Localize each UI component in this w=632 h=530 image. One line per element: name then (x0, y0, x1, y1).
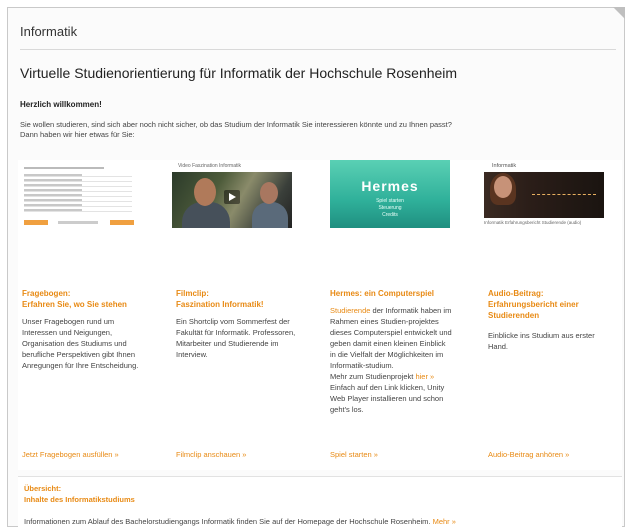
audio-description: Einblicke ins Studium aus erster Hand. (488, 331, 595, 351)
project-link[interactable]: hier » (415, 372, 434, 381)
hermes-start-link[interactable]: Spiel starten » (330, 450, 378, 459)
page-title: Virtuelle Studienorientierung für Inform… (20, 65, 458, 81)
questionnaire-title-line: Fragebogen: (22, 289, 71, 298)
questionnaire-field (58, 221, 98, 224)
person-face (260, 182, 278, 204)
filmclip-thumb-caption: Video Faszination Informatik (178, 163, 241, 169)
hermes-description: Studierende der Informatik haben im Rahm… (330, 305, 452, 415)
person-face (194, 178, 216, 206)
intro-text: Sie wollen studieren, sind sich aber noc… (20, 120, 610, 140)
questionnaire-button (110, 220, 134, 225)
filmclip-thumbnail[interactable]: Video Faszination Informatik (172, 160, 292, 228)
filmclip-image (172, 172, 292, 228)
filmclip-topbar: Video Faszination Informatik (172, 160, 292, 172)
filmclip-title-line: Filmclip: (176, 289, 209, 298)
hermes-more-text: Mehr zum Studienprojekt (330, 372, 416, 381)
overview-title-line: Übersicht: (24, 484, 62, 493)
questionnaire-thumbnail[interactable] (18, 160, 138, 228)
corner-fold (613, 7, 625, 19)
hermes-menu: Spiel starten Steuerung Credits (330, 198, 450, 219)
header-divider (20, 49, 616, 50)
audio-topbar: Informatik (484, 160, 604, 172)
hermes-logo: Hermes (361, 178, 419, 194)
filmclip-title: Filmclip: Faszination Informatik! (176, 288, 264, 310)
hermes-menu-item: Steuerung (378, 205, 402, 211)
hermes-title: Hermes: ein Computerspiel (330, 289, 435, 298)
questionnaire-title-line: Erfahren Sie, wo Sie stehen (22, 300, 127, 309)
intro-line-2: Dann haben wir hier etwas für Sie: (20, 130, 135, 139)
questionnaire-button (24, 220, 48, 225)
hermes-description-text: der Informatik haben im Rahmen eines Stu… (330, 306, 452, 370)
audio-image (484, 172, 604, 218)
overview-more-link[interactable]: Mehr » (431, 517, 456, 526)
intro-line-1: Sie wollen studieren, sind sich aber noc… (20, 120, 452, 129)
hermes-install-text: Einfach auf den Link klicken, Unity Web … (330, 383, 445, 414)
audio-title-line: Studierenden (488, 311, 540, 320)
questionnaire-row (24, 194, 132, 197)
audio-link[interactable]: Audio-Beitrag anhören » (488, 450, 569, 459)
audio-thumbnail[interactable]: Informatik Informatik Erfahrungsbericht … (484, 160, 604, 228)
offer-panel: Fragebogen: Erfahren Sie, wo Sie stehen … (18, 160, 622, 470)
questionnaire-row (24, 199, 132, 202)
hermes-thumbnail[interactable]: Hermes Spiel starten Steuerung Credits (330, 160, 450, 228)
play-icon[interactable] (224, 190, 240, 204)
questionnaire-row (24, 189, 132, 192)
questionnaire-description: Unser Fragebogen rund um Interessen und … (22, 317, 139, 370)
overview-text-body: Informationen zum Ablauf des Bachelorstu… (24, 517, 431, 526)
questionnaire-header-line (24, 167, 104, 169)
students-link[interactable]: Studierende (330, 306, 370, 315)
overview-section: Übersicht: Inhalte des Informatikstudium… (18, 476, 622, 529)
content-frame: Informatik Virtuelle Studienorientierung… (7, 7, 625, 529)
filmclip-link[interactable]: Filmclip anschauen » (176, 450, 246, 459)
questionnaire-row (24, 204, 132, 207)
questionnaire-link[interactable]: Jetzt Fragebogen ausfüllen » (22, 450, 119, 459)
filmclip-title-line: Faszination Informatik! (176, 300, 264, 309)
audio-title-line: Audio-Beitrag: (488, 289, 544, 298)
questionnaire-row (24, 174, 132, 177)
questionnaire-row (24, 209, 132, 212)
audio-title-line: Erfahrungsbericht einer (488, 300, 579, 309)
questionnaire-row (24, 184, 132, 187)
overview-title-line: Inhalte des Informatikstudiums (24, 495, 135, 504)
hermes-menu-item: Spiel starten (376, 198, 404, 204)
questionnaire-row (24, 179, 132, 182)
overview-title: Übersicht: Inhalte des Informatikstudium… (24, 483, 135, 505)
questionnaire-title: Fragebogen: Erfahren Sie, wo Sie stehen (22, 288, 127, 310)
hermes-menu-item: Credits (382, 212, 398, 218)
overview-text: Informationen zum Ablauf des Bachelorstu… (24, 517, 456, 526)
waveform-icon (532, 194, 596, 197)
app-title: Informatik (20, 24, 78, 39)
audio-title: Audio-Beitrag: Erfahrungsbericht einer S… (488, 288, 579, 321)
audio-thumb-subcaption: Informatik Erfahrungsbericht Studierende… (484, 220, 582, 225)
person-silhouette (252, 202, 288, 228)
filmclip-description: Ein Shortclip vom Sommerfest der Fakultä… (176, 317, 296, 359)
audio-thumb-caption: Informatik (492, 163, 517, 169)
person-face (494, 176, 512, 198)
welcome-heading: Herzlich willkommen! (20, 100, 102, 109)
